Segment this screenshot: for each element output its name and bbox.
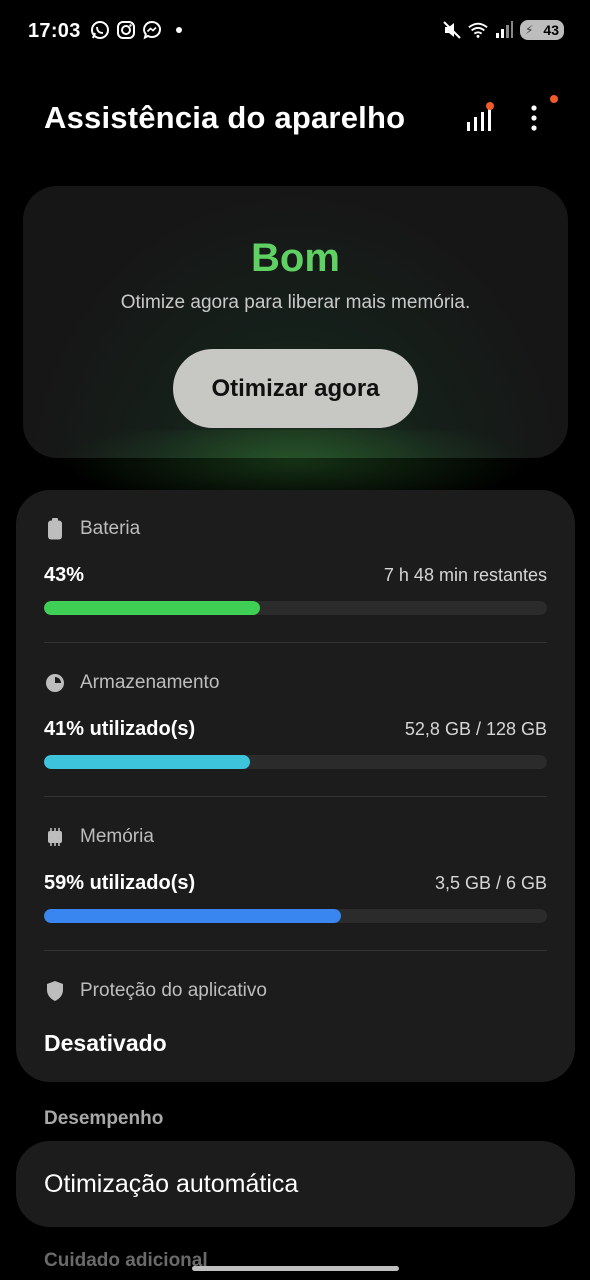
- app-protection-label: Proteção do aplicativo: [80, 980, 267, 1001]
- battery-level: 43: [543, 22, 559, 38]
- storage-pie-icon: [44, 672, 66, 694]
- page-title: Assistência do aparelho: [44, 100, 406, 135]
- more-options-button[interactable]: [518, 95, 558, 136]
- storage-progress-bar: [44, 755, 547, 769]
- notification-dot: [176, 27, 182, 33]
- battery-progress-bar: [44, 601, 547, 615]
- diagnostics-button[interactable]: [463, 100, 497, 136]
- storage-label: Armazenamento: [80, 672, 220, 693]
- memory-label: Memória: [80, 826, 154, 847]
- app-protection-status: Desativado: [44, 1030, 167, 1056]
- additional-care-header: Cuidado adicional: [44, 1250, 208, 1271]
- instagram-icon: [117, 21, 135, 39]
- memory-section[interactable]: Memória 59% utilizado(s) 3,5 GB / 6 GB: [44, 824, 547, 923]
- divider: [44, 796, 547, 797]
- badge-dot: [550, 95, 558, 103]
- status-bar: 17:03 ⚡ 43: [0, 0, 590, 64]
- home-indicator[interactable]: [192, 1266, 399, 1271]
- more-vert-icon: [531, 105, 537, 131]
- divider: [44, 950, 547, 951]
- wifi-icon: [468, 22, 488, 38]
- memory-progress-bar: [44, 909, 547, 923]
- battery-progress-fill: [44, 601, 261, 615]
- signal-icon: [496, 21, 513, 38]
- device-info-card: Bateria 43% 7 h 48 min restantes Armazen…: [16, 490, 575, 1082]
- badge-dot: [486, 102, 494, 110]
- battery-icon: ⚡ 43: [520, 20, 564, 40]
- memory-chip-icon: [44, 826, 66, 848]
- battery-percent: 43%: [44, 564, 85, 586]
- auto-optimization-item[interactable]: Otimização automática: [16, 1141, 575, 1227]
- battery-icon: [44, 518, 66, 540]
- storage-section[interactable]: Armazenamento 41% utilizado(s) 52,8 GB /…: [44, 670, 547, 769]
- storage-used: 41% utilizado(s): [44, 718, 196, 740]
- performance-header: Desempenho: [44, 1108, 164, 1129]
- notification-icons: [90, 20, 182, 40]
- messenger-icon: [143, 20, 161, 40]
- status-label: Bom: [251, 236, 340, 280]
- battery-label: Bateria: [80, 518, 141, 539]
- storage-progress-fill: [44, 755, 251, 769]
- divider: [44, 642, 547, 643]
- battery-time-left: 7 h 48 min restantes: [383, 565, 547, 585]
- device-status-card: Bom Otimize agora para liberar mais memó…: [23, 186, 568, 458]
- charging-icon: ⚡: [525, 23, 534, 37]
- shield-icon: [44, 980, 66, 1002]
- clock: 17:03: [28, 20, 81, 42]
- memory-used: 59% utilizado(s): [44, 872, 196, 894]
- status-subtitle: Otimize agora para liberar mais memória.: [120, 292, 471, 313]
- memory-amount: 3,5 GB / 6 GB: [434, 873, 547, 893]
- battery-section[interactable]: Bateria 43% 7 h 48 min restantes: [44, 516, 547, 615]
- optimize-now-button[interactable]: Otimizar agora: [173, 349, 418, 428]
- whatsapp-icon: [91, 21, 109, 39]
- storage-amount: 52,8 GB / 128 GB: [404, 719, 547, 739]
- mute-icon: [443, 21, 461, 39]
- auto-optimization-label: Otimização automática: [44, 1169, 299, 1198]
- app-protection-section[interactable]: Proteção do aplicativo Desativado: [44, 978, 547, 1057]
- memory-progress-fill: [44, 909, 341, 923]
- system-icons: ⚡ 43: [442, 20, 564, 40]
